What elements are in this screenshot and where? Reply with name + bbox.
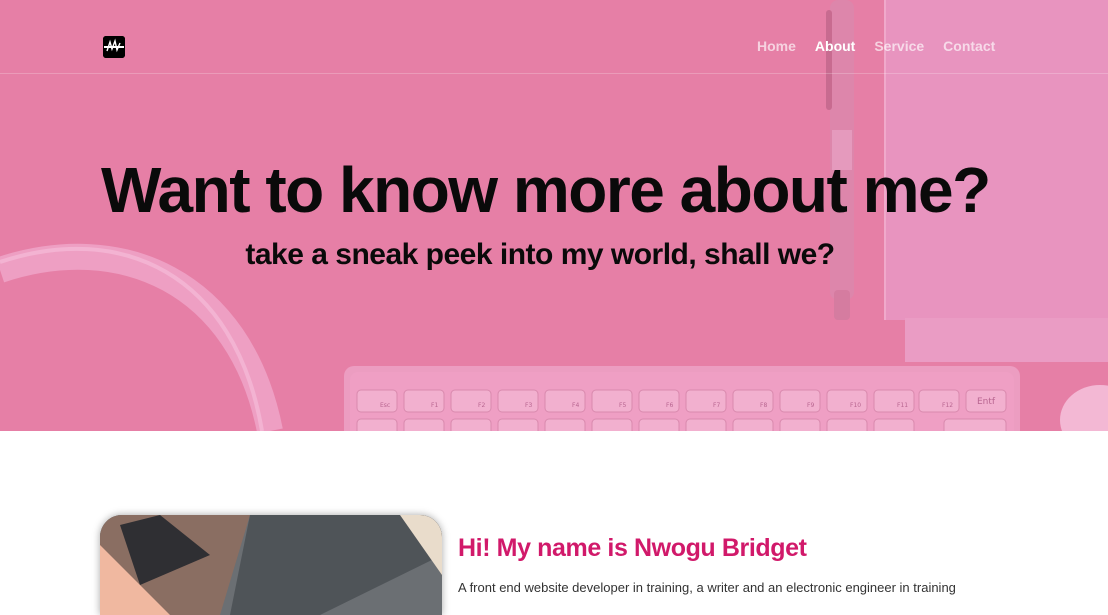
about-heading: Hi! My name is Nwogu Bridget xyxy=(458,534,807,562)
key-label: F3 xyxy=(525,402,532,409)
profile-photo xyxy=(100,515,442,615)
nav-link-home[interactable]: Home xyxy=(757,38,796,54)
key-label: F4 xyxy=(572,402,579,409)
key-label: Esc xyxy=(380,402,390,409)
key-label: F5 xyxy=(619,402,626,409)
nav-link-contact[interactable]: Contact xyxy=(943,38,995,54)
key-label: Entf xyxy=(977,397,996,407)
about-description: A front end website developer in trainin… xyxy=(458,580,956,595)
key-label: F1 xyxy=(431,402,438,409)
key-label: F11 xyxy=(897,402,908,409)
nav-link-service[interactable]: Service xyxy=(874,38,924,54)
hero-subtitle: take a sneak peek into my world, shall w… xyxy=(245,238,835,271)
key-label: F9 xyxy=(807,402,814,409)
main-nav: Home About Service Contact xyxy=(757,38,1014,54)
key-label: F10 xyxy=(850,402,861,409)
hero-banner: Esc F1 F2 F3 F4 F5 F6 F7 F8 F9 F10 F11 F… xyxy=(0,0,1108,431)
key-label: F6 xyxy=(666,402,673,409)
key-label: F7 xyxy=(713,402,720,409)
key-label: F2 xyxy=(478,402,485,409)
key-label: F12 xyxy=(942,402,953,409)
key-label: F8 xyxy=(760,402,767,409)
nav-link-about[interactable]: About xyxy=(815,38,855,54)
header-divider xyxy=(0,73,1108,74)
hero-title: Want to know more about me? xyxy=(101,154,991,226)
nb-logo-icon[interactable] xyxy=(103,36,125,58)
